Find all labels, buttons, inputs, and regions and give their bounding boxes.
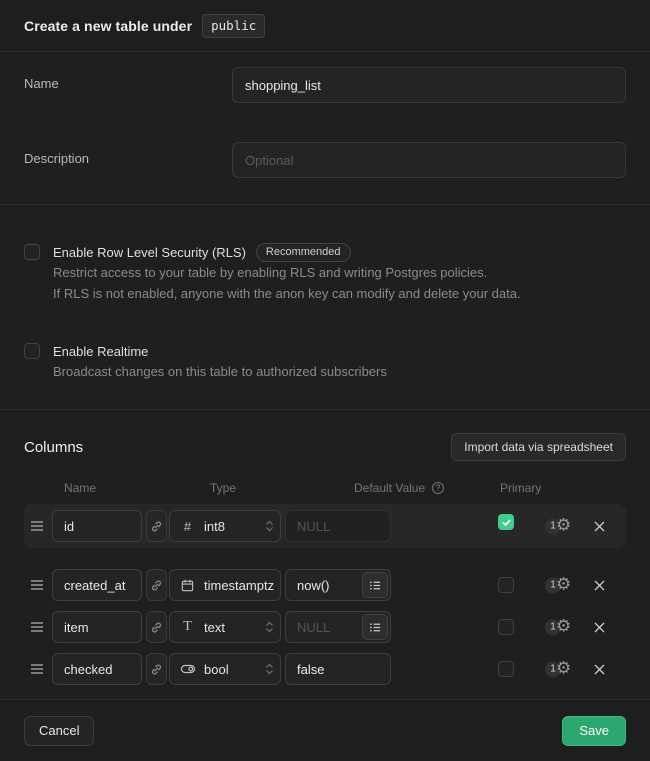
create-table-dialog: Create a new table under public Name Des… (0, 0, 650, 761)
drag-handle-icon[interactable] (30, 663, 44, 675)
primary-key-checkbox[interactable] (498, 661, 514, 677)
hash-icon: # (179, 519, 196, 534)
column-name-input[interactable] (52, 653, 142, 685)
description-label: Description (24, 142, 232, 166)
foreign-key-link-icon[interactable] (146, 653, 167, 685)
foreign-key-link-icon[interactable] (146, 569, 167, 601)
dialog-header: Create a new table under public (0, 0, 650, 52)
chevron-updown-icon (265, 619, 274, 635)
realtime-description: Broadcast changes on this table to autho… (53, 361, 387, 382)
primary-key-checkbox[interactable] (498, 619, 514, 635)
gear-icon: ⚙ (556, 661, 571, 678)
drag-handle-icon[interactable] (30, 621, 44, 633)
columns-title: Columns (24, 439, 83, 456)
remove-column-icon[interactable] (591, 619, 607, 635)
column-type-select[interactable]: bool (169, 653, 281, 685)
dialog-footer: Cancel Save (0, 700, 650, 761)
column-settings-button[interactable]: 1 ⚙ (545, 661, 571, 678)
remove-column-icon[interactable] (591, 518, 607, 534)
gear-icon: ⚙ (556, 619, 571, 636)
rls-block: Enable Row Level Security (RLS) Recommen… (24, 242, 626, 304)
text-icon: T (179, 619, 196, 635)
gear-icon: ⚙ (556, 518, 571, 535)
column-settings-button[interactable]: 1 ⚙ (545, 577, 571, 594)
default-suggestions-icon[interactable] (362, 572, 388, 598)
column-type-select[interactable]: # int8 (169, 510, 281, 542)
column-name-input[interactable] (52, 611, 142, 643)
chevron-updown-icon (265, 518, 274, 534)
dialog-title: Create a new table under (24, 18, 192, 34)
column-header-type: Type (210, 481, 236, 495)
foreign-key-link-icon[interactable] (146, 510, 167, 542)
column-default-input (285, 510, 391, 542)
rls-title: Enable Row Level Security (RLS) (53, 245, 246, 260)
calendar-icon (179, 578, 196, 593)
remove-column-icon[interactable] (591, 577, 607, 593)
column-type-select[interactable]: timestamptz (169, 569, 281, 601)
column-name-input[interactable] (52, 510, 142, 542)
column-header-name: Name (64, 481, 96, 495)
columns-table-header: Name Type Default Value ? Primary (24, 481, 626, 497)
save-button[interactable]: Save (562, 716, 626, 746)
column-settings-button[interactable]: 1 ⚙ (545, 518, 571, 535)
help-icon[interactable]: ? (431, 481, 445, 495)
column-header-primary: Primary (500, 481, 541, 495)
rls-checkbox[interactable] (24, 244, 40, 260)
chevron-updown-icon (265, 661, 274, 677)
toggle-icon (179, 661, 196, 677)
column-settings-button[interactable]: 1 ⚙ (545, 619, 571, 636)
table-name-input[interactable] (232, 67, 626, 103)
default-suggestions-icon[interactable] (362, 614, 388, 640)
realtime-title: Enable Realtime (53, 344, 148, 359)
cancel-button[interactable]: Cancel (24, 716, 94, 746)
column-type-select[interactable]: T text (169, 611, 281, 643)
column-row-id: # int8 1 ⚙ (24, 504, 626, 548)
column-header-default: Default Value ? (354, 481, 445, 495)
name-label: Name (24, 67, 232, 91)
table-options-section: Enable Row Level Security (RLS) Recommen… (0, 205, 650, 410)
foreign-key-link-icon[interactable] (146, 611, 167, 643)
column-row-item: T text 1 ⚙ (24, 609, 626, 645)
primary-key-checkbox[interactable] (498, 577, 514, 593)
svg-text:?: ? (436, 484, 441, 493)
realtime-block: Enable Realtime Broadcast changes on thi… (24, 341, 626, 382)
table-details-section: Name Description (0, 52, 650, 205)
column-row-created-at: timestamptz 1 ⚙ (24, 567, 626, 603)
rls-description-line2: If RLS is not enabled, anyone with the a… (53, 283, 521, 304)
primary-key-checkbox[interactable] (498, 514, 514, 530)
realtime-checkbox[interactable] (24, 343, 40, 359)
column-name-input[interactable] (52, 569, 142, 601)
recommended-badge: Recommended (256, 243, 351, 262)
drag-handle-icon[interactable] (30, 520, 44, 532)
description-form-row: Description (24, 142, 626, 178)
remove-column-icon[interactable] (591, 661, 607, 677)
rls-description-line1: Restrict access to your table by enablin… (53, 262, 521, 283)
name-form-row: Name (24, 67, 626, 103)
columns-section: Columns Import data via spreadsheet Name… (0, 410, 650, 700)
import-spreadsheet-button[interactable]: Import data via spreadsheet (451, 433, 626, 461)
column-row-checked: bool 1 ⚙ (24, 651, 626, 687)
gear-icon: ⚙ (556, 577, 571, 594)
drag-handle-icon[interactable] (30, 579, 44, 591)
column-default-input[interactable] (285, 653, 391, 685)
table-description-input[interactable] (232, 142, 626, 178)
schema-badge: public (202, 14, 265, 38)
